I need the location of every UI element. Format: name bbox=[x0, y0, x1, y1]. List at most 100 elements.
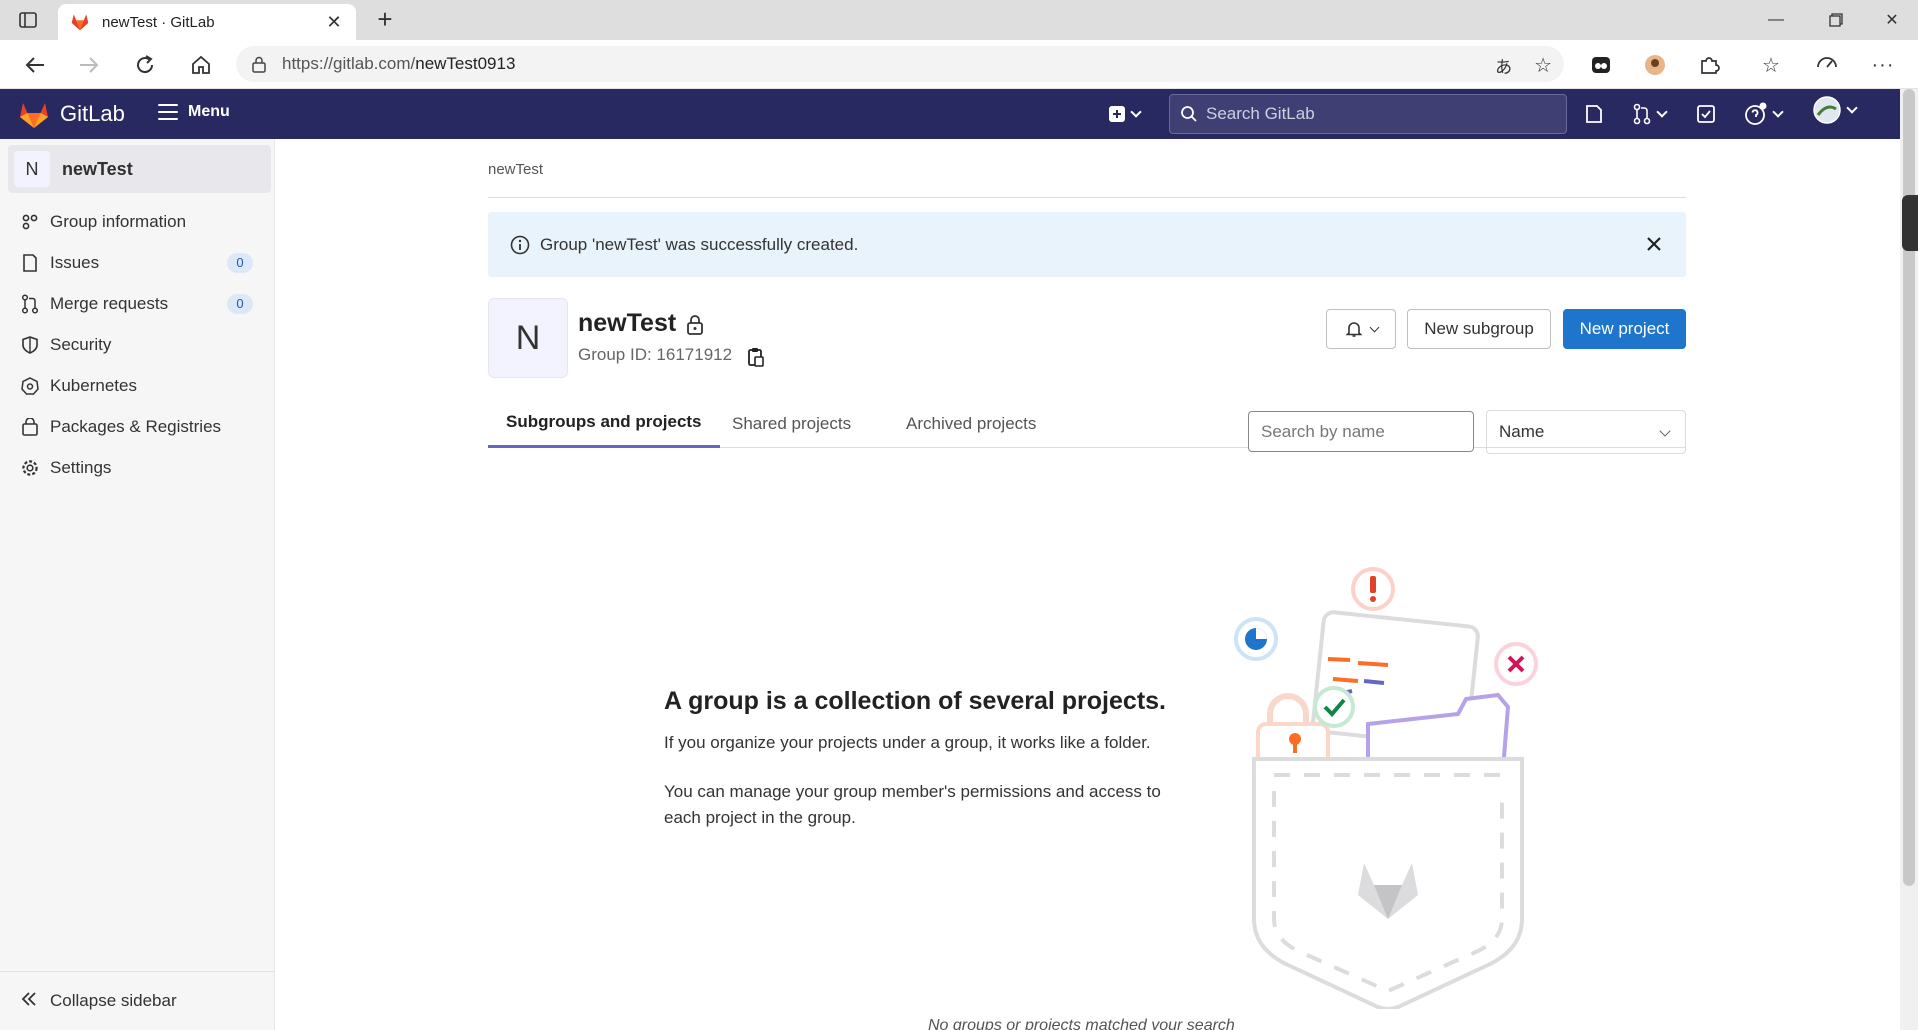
merge-request-header-icon bbox=[1633, 103, 1651, 125]
plus-square-icon bbox=[1109, 106, 1125, 122]
empty-group-illustration bbox=[1234, 567, 1538, 1009]
forward-icon[interactable] bbox=[74, 50, 104, 80]
extension-icon[interactable] bbox=[1588, 52, 1614, 78]
empty-state-description-1: If you organize your projects under a gr… bbox=[664, 733, 1151, 752]
group-avatar-small: N bbox=[14, 151, 50, 187]
issues-count-badge: 0 bbox=[227, 252, 253, 273]
merge-requests-header-button[interactable] bbox=[1632, 101, 1668, 127]
search-by-name-input[interactable] bbox=[1248, 411, 1474, 452]
menu-label: Menu bbox=[188, 103, 230, 120]
sort-dropdown-value: Name bbox=[1499, 422, 1545, 441]
gitlab-search-input[interactable] bbox=[1206, 104, 1546, 124]
sidebar-item-packages-registries[interactable]: Packages & Registries bbox=[0, 406, 275, 447]
sidebar-item-group-information[interactable]: Group information bbox=[0, 201, 275, 242]
side-panel-handle[interactable] bbox=[1902, 195, 1918, 251]
collapse-sidebar-button[interactable]: Collapse sidebar bbox=[0, 971, 275, 1030]
notification-settings-button[interactable] bbox=[1326, 309, 1396, 349]
new-project-button[interactable]: New project bbox=[1563, 309, 1686, 349]
create-new-button[interactable] bbox=[1108, 101, 1142, 127]
home-icon[interactable] bbox=[186, 50, 216, 80]
merge-request-icon bbox=[20, 293, 40, 314]
gitlab-search-box[interactable] bbox=[1169, 94, 1567, 134]
merge-requests-count-badge: 0 bbox=[227, 293, 253, 314]
sidebar-item-label: Issues bbox=[50, 252, 100, 272]
todo-check-icon bbox=[1697, 105, 1715, 123]
sidebar-item-settings[interactable]: Settings bbox=[0, 447, 275, 488]
alert-close-icon[interactable] bbox=[1644, 234, 1664, 254]
reload-icon[interactable] bbox=[130, 50, 160, 80]
sidebar-item-label: Security bbox=[50, 334, 112, 354]
breadcrumb-divider bbox=[488, 197, 1686, 198]
gitlab-tanuki-icon bbox=[20, 103, 48, 128]
sidebar-item-security[interactable]: Security bbox=[0, 324, 275, 365]
gear-icon bbox=[20, 458, 40, 478]
empty-state-description-2: You can manage your group member's permi… bbox=[664, 782, 1161, 827]
sidebar-item-merge-requests[interactable]: Merge requests 0 bbox=[0, 283, 275, 324]
sidebar-item-label: Settings bbox=[50, 457, 112, 477]
group-title: newTest bbox=[578, 309, 677, 337]
add-favorite-icon[interactable]: ☆ bbox=[1534, 53, 1552, 78]
window-close-icon[interactable]: ✕ bbox=[1872, 6, 1912, 34]
help-header-button[interactable] bbox=[1744, 101, 1784, 127]
tab-archived-projects[interactable]: Archived projects bbox=[888, 399, 1054, 448]
collapse-sidebar-label: Collapse sidebar bbox=[50, 991, 177, 1010]
issues-header-button[interactable] bbox=[1584, 101, 1604, 127]
restore-icon[interactable] bbox=[1816, 6, 1856, 34]
group-id: Group ID: 16171912 bbox=[578, 345, 733, 364]
sidebar-context-name: newTest bbox=[62, 158, 133, 179]
gitlab-logo[interactable]: GitLab bbox=[18, 99, 125, 129]
performance-icon[interactable] bbox=[1814, 52, 1840, 78]
puzzle-icon[interactable] bbox=[1696, 52, 1722, 78]
issues-header-icon bbox=[1586, 105, 1602, 123]
lock-icon bbox=[252, 56, 266, 73]
url-bar[interactable]: https://gitlab.com/newTest0913 あ ☆ bbox=[236, 46, 1564, 82]
private-lock-icon bbox=[687, 315, 703, 335]
gitlab-brand-text: GitLab bbox=[60, 101, 125, 126]
todos-header-button[interactable] bbox=[1696, 101, 1716, 127]
help-icon bbox=[1745, 102, 1767, 125]
browser-tab[interactable]: newTest · GitLab ✕ bbox=[58, 4, 356, 40]
group-sidebar: N newTest Group information Issues 0 Mer… bbox=[0, 139, 275, 1030]
sidebar-context-header[interactable]: N newTest bbox=[8, 145, 271, 193]
empty-search-message: No groups or projects matched your searc… bbox=[928, 1017, 1235, 1030]
tab-close-icon[interactable]: ✕ bbox=[324, 12, 344, 33]
sort-dropdown[interactable]: Name bbox=[1486, 410, 1686, 454]
sidebar-item-issues[interactable]: Issues 0 bbox=[0, 242, 275, 283]
user-avatar-icon bbox=[1813, 96, 1841, 124]
chevron-down-icon bbox=[1369, 322, 1379, 332]
kubernetes-icon bbox=[20, 376, 40, 396]
minimize-icon[interactable]: — bbox=[1756, 6, 1796, 34]
package-icon bbox=[20, 417, 40, 437]
url-text: https://gitlab.com/newTest0913 bbox=[282, 54, 516, 73]
more-icon[interactable]: ··· bbox=[1870, 52, 1896, 78]
copy-clipboard-icon[interactable] bbox=[746, 346, 766, 368]
tab-actions-icon[interactable] bbox=[14, 8, 42, 32]
new-subgroup-button[interactable]: New subgroup bbox=[1407, 309, 1551, 349]
group-info-icon bbox=[20, 212, 40, 232]
issues-icon bbox=[20, 253, 40, 273]
gitlab-favicon-icon bbox=[71, 14, 89, 31]
sidebar-item-label: Merge requests bbox=[50, 293, 169, 313]
browser-tab-bar: newTest · GitLab ✕ + — ✕ bbox=[0, 0, 1918, 40]
sidebar-nav: Group information Issues 0 Merge request… bbox=[0, 201, 275, 488]
profile-extension-icon[interactable] bbox=[1642, 52, 1668, 78]
tab-shared-projects[interactable]: Shared projects bbox=[714, 399, 869, 448]
back-icon[interactable] bbox=[20, 50, 50, 80]
favorites-icon[interactable]: ☆ bbox=[1758, 52, 1784, 78]
sidebar-item-label: Packages & Registries bbox=[50, 416, 222, 436]
alert-message: Group 'newTest' was successfully created… bbox=[540, 234, 859, 254]
user-avatar-button[interactable] bbox=[1812, 96, 1858, 124]
browser-address-bar: https://gitlab.com/newTest0913 あ ☆ ☆ ··· bbox=[0, 40, 1918, 89]
hamburger-icon bbox=[158, 104, 178, 120]
tab-title: newTest · GitLab bbox=[102, 13, 215, 31]
breadcrumb[interactable]: newTest bbox=[488, 161, 543, 178]
info-icon bbox=[510, 235, 530, 254]
sidebar-item-label: Group information bbox=[50, 211, 187, 231]
search-icon bbox=[1181, 106, 1197, 122]
tab-subgroups-and-projects[interactable]: Subgroups and projects bbox=[488, 399, 720, 448]
menu-button[interactable]: Menu bbox=[158, 103, 230, 121]
read-aloud-icon[interactable]: あ bbox=[1495, 53, 1512, 78]
sidebar-item-kubernetes[interactable]: Kubernetes bbox=[0, 365, 275, 406]
chevron-down-icon bbox=[1659, 425, 1671, 437]
new-tab-button[interactable]: + bbox=[370, 6, 400, 34]
